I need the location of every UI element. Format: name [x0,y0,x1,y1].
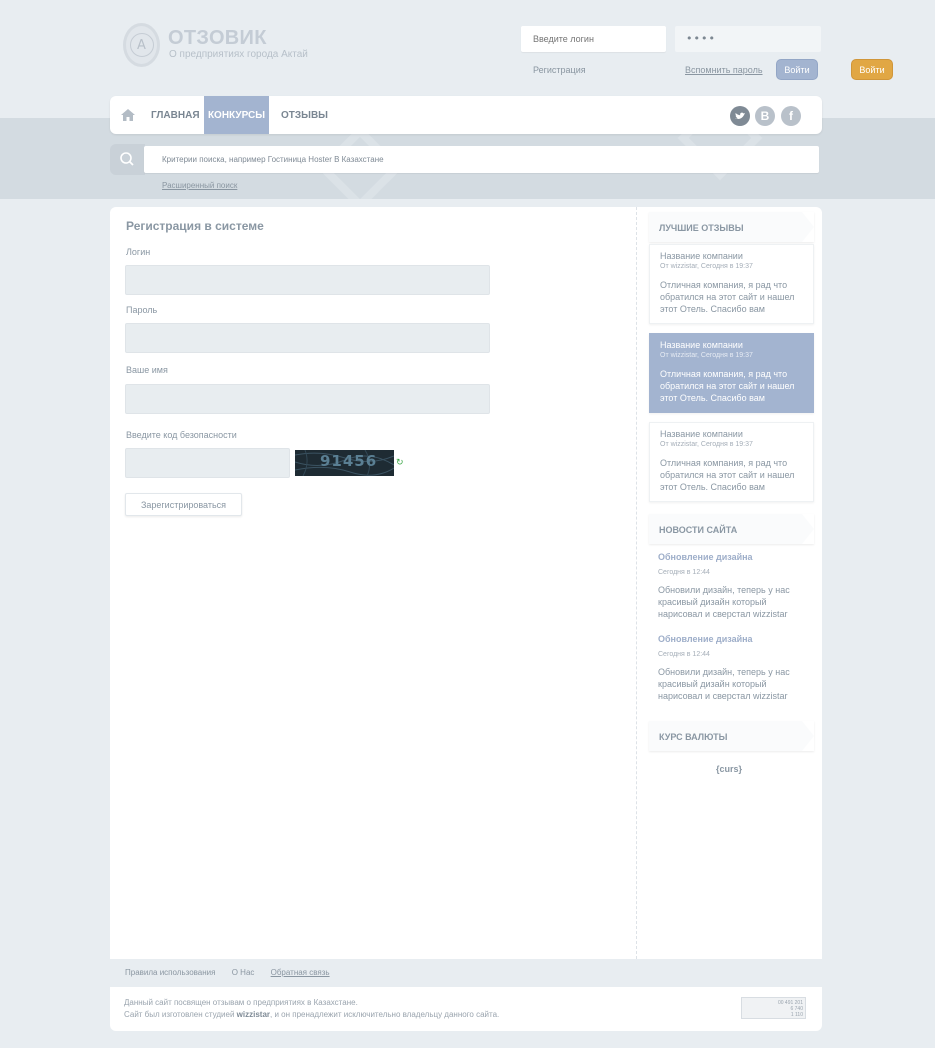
news-text: Обновили дизайн, теперь у нас красивый д… [658,585,790,619]
footer-link-feedback[interactable]: Обратная связь [271,968,330,977]
currency-heading: КУРС ВАЛЮТЫ [649,721,814,751]
register-link[interactable]: Регистрация [533,65,586,75]
advanced-search-link[interactable]: Расширенный поиск [162,181,237,190]
review-meta: От wizzistar, Сегодня в 19:37 [660,263,753,270]
login-input[interactable] [521,26,666,52]
twitter-icon[interactable] [730,106,750,126]
review-meta: От wizzistar, Сегодня в 19:37 [660,441,753,448]
site-subtitle: О предприятиях города Актай [169,49,308,60]
captcha-input[interactable] [125,448,290,478]
footer-line-2-post: , и он пренадлежит исключительно владель… [270,1010,500,1019]
password-label: Пароль [126,305,158,315]
footer-link-about[interactable]: О Нас [232,968,255,977]
nav-item-reviews[interactable]: ОТЗЫВЫ [281,96,328,134]
review-text: Отличная компания, я рад что обратился н… [660,369,795,403]
refresh-captcha-icon[interactable]: ↻ [396,457,404,468]
footer-links: Правила использования О Нас Обратная свя… [125,968,344,977]
footer: Данный сайт посвящен отзывам о предприят… [110,987,822,1031]
header: A ОТЗОВИК О предприятиях города Актай ••… [0,0,935,96]
news-item: Обновление дизайна Сегодня в 12:44 Обнов… [658,634,808,702]
news-date: Сегодня в 12:44 [658,651,710,658]
review-company[interactable]: Название компании [660,251,803,261]
login-label: Логин [126,247,151,257]
page-title: Регистрация в системе [126,219,264,233]
news-text: Обновили дизайн, теперь у нас красивый д… [658,667,790,701]
reg-login-field[interactable] [125,265,490,295]
news-title[interactable]: Обновление дизайна [658,634,808,644]
footer-text: Данный сайт посвящен отзывам о предприят… [124,997,499,1021]
site-title[interactable]: ОТЗОВИК [168,27,267,50]
name-label: Ваше имя [126,365,168,375]
reg-password-field[interactable] [125,323,490,353]
nav-item-contests[interactable]: КОНКУРСЫ [204,96,269,134]
reg-name-field[interactable] [125,384,490,414]
captcha-code: 91456 [320,452,378,470]
review-company[interactable]: Название компании [660,429,803,439]
counter-line: 1 110 [790,1012,803,1018]
review-text: Отличная компания, я рад что обратился н… [660,458,795,492]
review-card[interactable]: Название компании От wizzistar, Сегодня … [649,333,814,413]
login-button[interactable]: Войти [776,59,818,80]
studio-link[interactable]: wizzistar [237,1010,270,1019]
logo-letter: A [129,33,154,57]
currency-widget: {curs} [716,764,743,774]
vk-icon[interactable]: В [755,106,775,126]
site-news-heading: НОВОСТИ САЙТА [649,514,814,544]
footer-line-1: Данный сайт посвящен отзывам о предприят… [124,998,358,1007]
review-card[interactable]: Название компании От wizzistar, Сегодня … [649,244,814,324]
news-item: Обновление дизайна Сегодня в 12:44 Обнов… [658,552,808,620]
best-reviews-heading: ЛУЧШИЕ ОТЗЫВЫ [649,212,814,242]
home-icon[interactable] [120,107,136,123]
main-nav: ГЛАВНАЯ КОНКУРСЫ ОТЗЫВЫ В f [110,96,822,134]
logo-icon[interactable]: A [123,23,160,67]
password-input[interactable]: •••• [675,26,821,52]
review-card[interactable]: Название компании От wizzistar, Сегодня … [649,422,814,502]
search-icon [120,152,134,166]
news-date: Сегодня в 12:44 [658,569,710,576]
review-text: Отличная компания, я рад что обратился н… [660,280,795,314]
footer-link-rules[interactable]: Правила использования [125,968,215,977]
review-meta: От wizzistar, Сегодня в 19:37 [660,352,753,359]
captcha-image: 91456 [295,450,394,476]
register-button[interactable]: Зарегистрироваться [125,493,242,516]
captcha-label: Введите код безопасности [126,430,237,440]
facebook-icon[interactable]: f [781,106,801,126]
visit-counter[interactable]: 00 491 201 6 740 1 110 [741,997,806,1019]
remember-password-link[interactable]: Вспомнить пароль [685,65,763,75]
nav-item-home[interactable]: ГЛАВНАЯ [151,96,200,134]
login-button-alt[interactable]: Войти [851,59,893,80]
review-company[interactable]: Название компании [660,340,803,350]
column-divider [636,207,638,959]
search-input[interactable]: Критерии поиска, например Гостиница Host… [144,146,819,173]
main-content: Регистрация в системе Логин Пароль Ваше … [110,207,822,959]
footer-line-2-pre: Сайт был изготовлен студией [124,1010,237,1019]
footer-line-2: Сайт был изготовлен студией wizzistar, и… [124,1009,499,1021]
search-button[interactable] [110,144,145,175]
news-title[interactable]: Обновление дизайна [658,552,808,562]
